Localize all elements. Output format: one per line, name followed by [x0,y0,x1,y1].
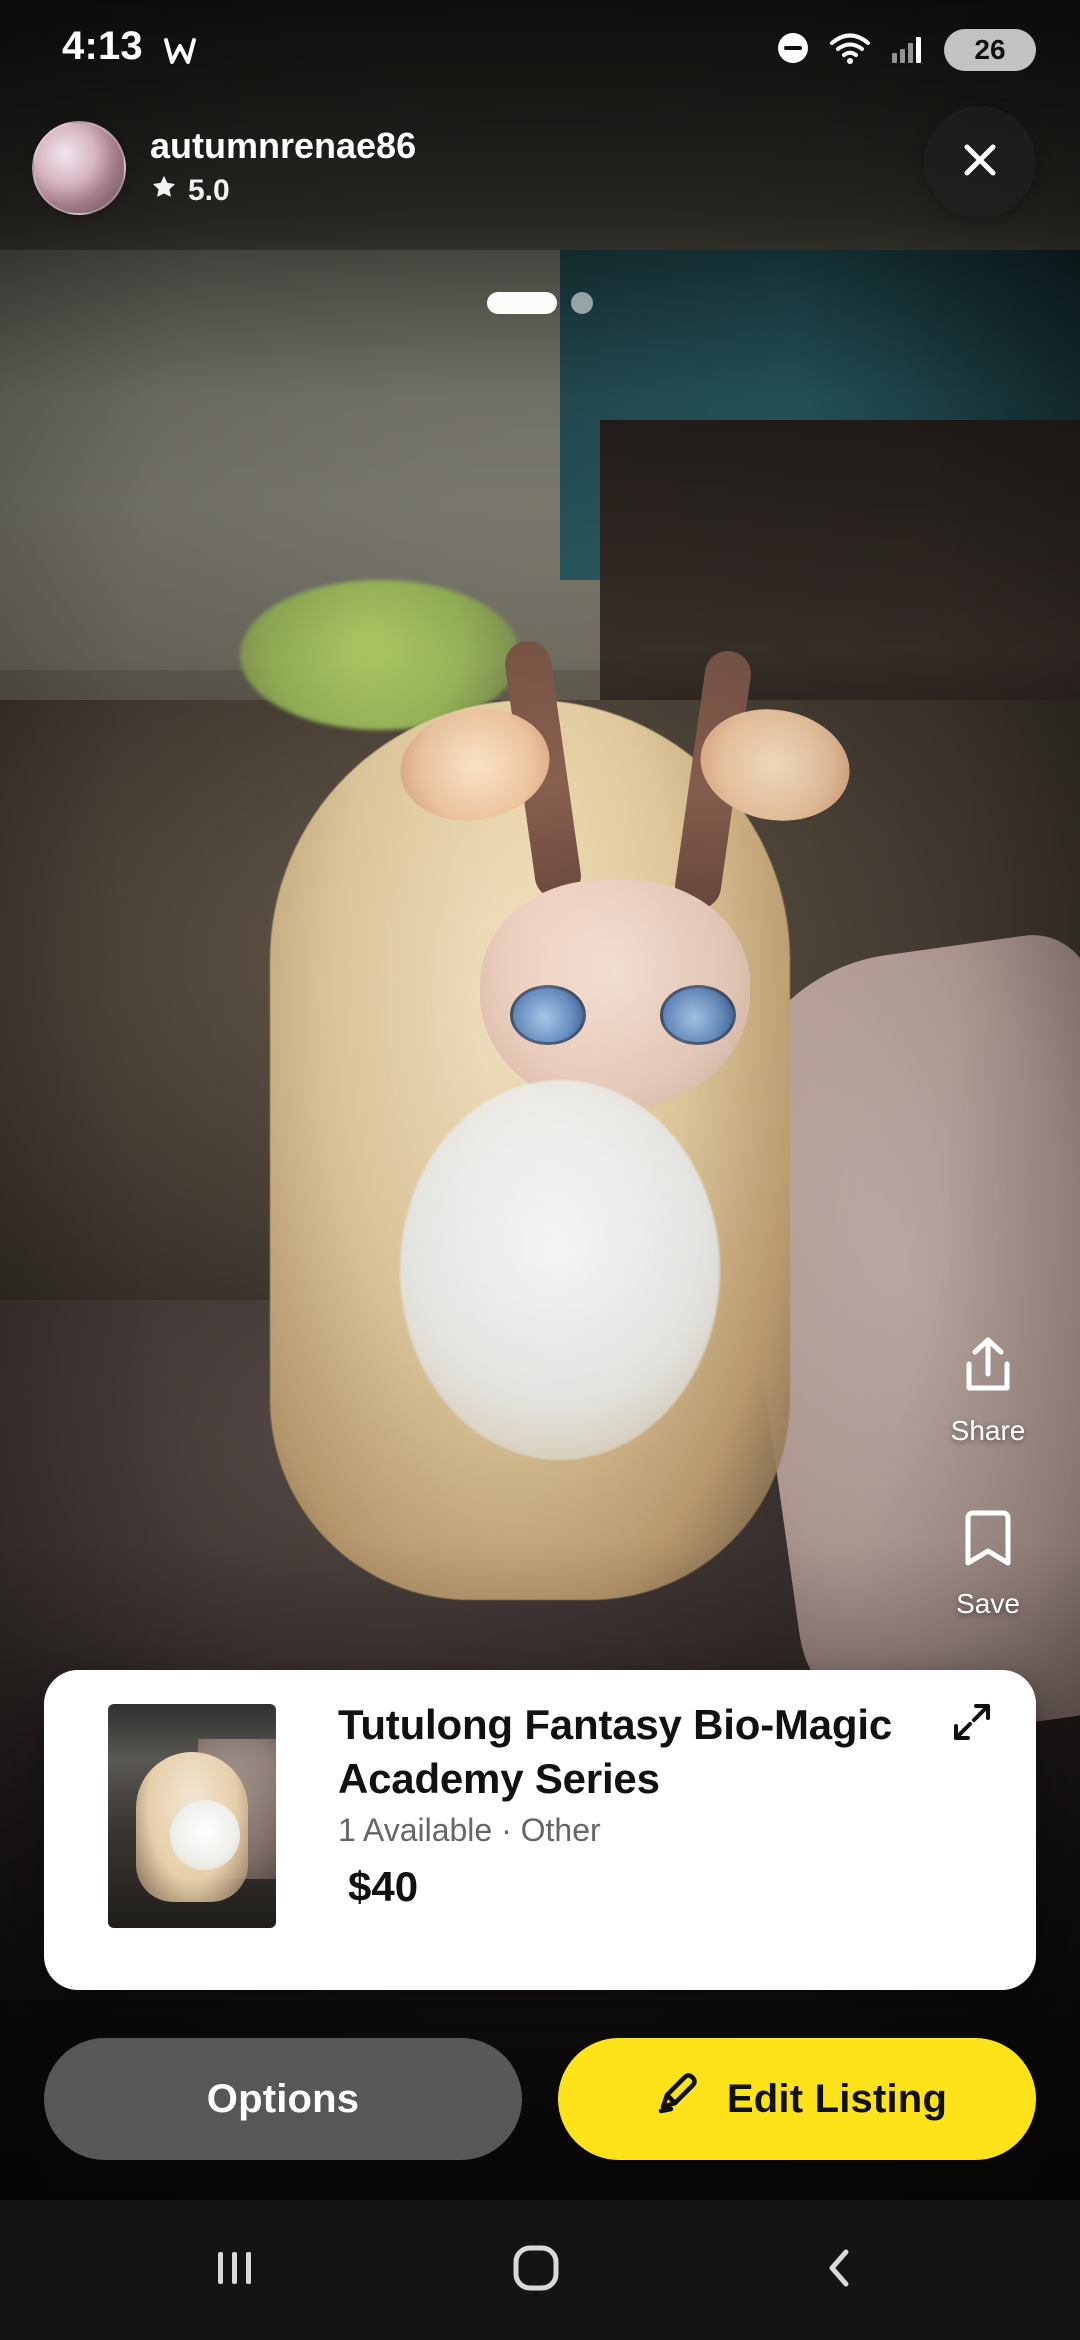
options-button[interactable]: Options [44,2038,522,2160]
recents-button[interactable] [164,2200,304,2340]
avatar[interactable] [32,121,126,215]
status-bar: 4:13 26 [0,0,1080,100]
seller-rating: 5.0 [150,173,416,209]
recents-icon [204,2238,264,2303]
save-label: Save [956,1588,1020,1619]
listing-price: $40 [348,1862,419,1910]
status-time: 4:13 [62,24,143,68]
listing-card-text: Tutulong Fantasy Bio-Magic Academy Serie… [338,1698,958,1911]
side-actions: Share Save [918,1330,1058,1620]
listing-availability: 1 Available · Other [338,1811,601,1848]
star-icon [150,173,178,209]
share-button[interactable]: Share [950,1330,1026,1447]
thumbnail-fur [170,1800,240,1870]
w-app-icon [160,30,200,70]
home-icon [501,2233,571,2308]
image-carousel-indicator [0,288,1080,318]
carousel-dot-active [487,292,557,314]
seller-meta: autumnrenae86 5.0 [150,127,416,209]
back-button[interactable] [770,2200,910,2340]
edit-listing-label: Edit Listing [726,2076,948,2121]
edit-listing-button[interactable]: Edit Listing [558,2038,1036,2160]
battery-level: 26 [974,34,1006,65]
options-label: Options [206,2076,360,2121]
close-icon [953,133,1007,192]
share-icon [953,1330,1023,1405]
close-button[interactable] [924,106,1036,218]
app-root: 4:13 26 autumnrenae86 5.0 Share Save Tut… [0,0,1080,2340]
listing-title[interactable]: Tutulong Fantasy Bio-Magic Academy Serie… [338,1698,958,1806]
status-icons: 26 [774,22,1036,78]
dnd-icon [774,29,812,72]
expand-icon [950,1700,994,1749]
home-button[interactable] [466,2200,606,2340]
back-icon [810,2238,870,2303]
system-navigation-bar [0,2200,1080,2340]
share-label: Share [950,1415,1026,1446]
seller-header[interactable]: autumnrenae86 5.0 [32,118,416,218]
listing-thumbnail[interactable] [108,1704,276,1928]
save-button[interactable]: Save [955,1503,1021,1620]
carousel-dot[interactable] [571,292,593,314]
expand-button[interactable] [942,1694,1002,1754]
bookmark-icon [955,1503,1021,1578]
wifi-icon [828,29,872,72]
pencil-icon [647,2065,705,2133]
cell-signal-icon [888,29,928,72]
seller-username[interactable]: autumnrenae86 [150,127,416,165]
seller-rating-value: 5.0 [188,173,230,207]
listing-card[interactable]: Tutulong Fantasy Bio-Magic Academy Serie… [44,1670,1036,1990]
battery-icon: 26 [944,29,1036,71]
